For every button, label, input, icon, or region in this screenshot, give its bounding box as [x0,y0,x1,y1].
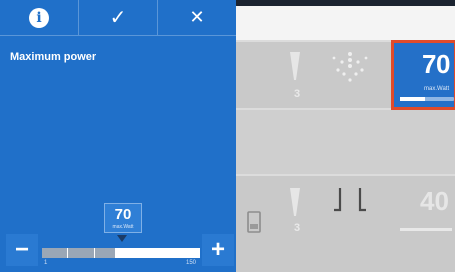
info-icon: i [29,7,49,28]
confirm-button[interactable]: ✓ [79,0,158,35]
slider-tick [94,248,95,258]
info-button[interactable]: i [0,0,79,35]
row1-small-number: 3 [294,88,301,100]
slider-tick [121,248,122,258]
slider-pointer-icon [117,235,127,242]
power-value-display: 70 max.Watt [104,203,142,233]
slider-min-label: 1 [44,260,48,266]
slider-max-label: 150 [186,260,197,266]
panel-title: Maximum power [10,51,97,63]
power-unit: max.Watt [112,224,134,230]
power-edit-panel: i ✓ ✕ Maximum power 70 max.Watt − + 1 15… [0,0,236,272]
selected-power-bar [400,97,454,101]
instrument-tip-icon [290,188,300,216]
ghost-power-bar [400,228,452,231]
increase-button[interactable]: + [202,234,234,266]
close-icon: ✕ [189,7,205,27]
ghost-power-value: 40 [420,186,449,216]
device-screen-background: 3 70 max.Watt 3 40 [236,6,455,272]
selected-power-value: 70 [422,49,450,79]
row3-small-number: 3 [294,222,301,234]
screen-top-band [236,6,455,40]
check-icon: ✓ [109,7,127,29]
slider-tick [175,248,176,258]
spray-icon [332,52,368,82]
decrease-button[interactable]: − [6,234,38,266]
power-value: 70 [114,206,132,223]
device-icon [247,211,261,233]
power-slider-fill [42,248,115,258]
bipolar-forceps-icon [334,188,366,212]
selected-power-unit: max.Watt [424,86,450,92]
cancel-button[interactable]: ✕ [158,0,236,35]
power-slider-track[interactable] [42,248,200,258]
setting-row-2[interactable] [236,110,455,174]
slider-tick [148,248,149,258]
instrument-tip-icon [290,52,300,80]
slider-tick [67,248,68,258]
selected-power-tile[interactable]: 70 max.Watt [391,40,455,110]
panel-toolbar: i ✓ ✕ [0,0,236,36]
selected-power-bar-fill [400,97,425,101]
